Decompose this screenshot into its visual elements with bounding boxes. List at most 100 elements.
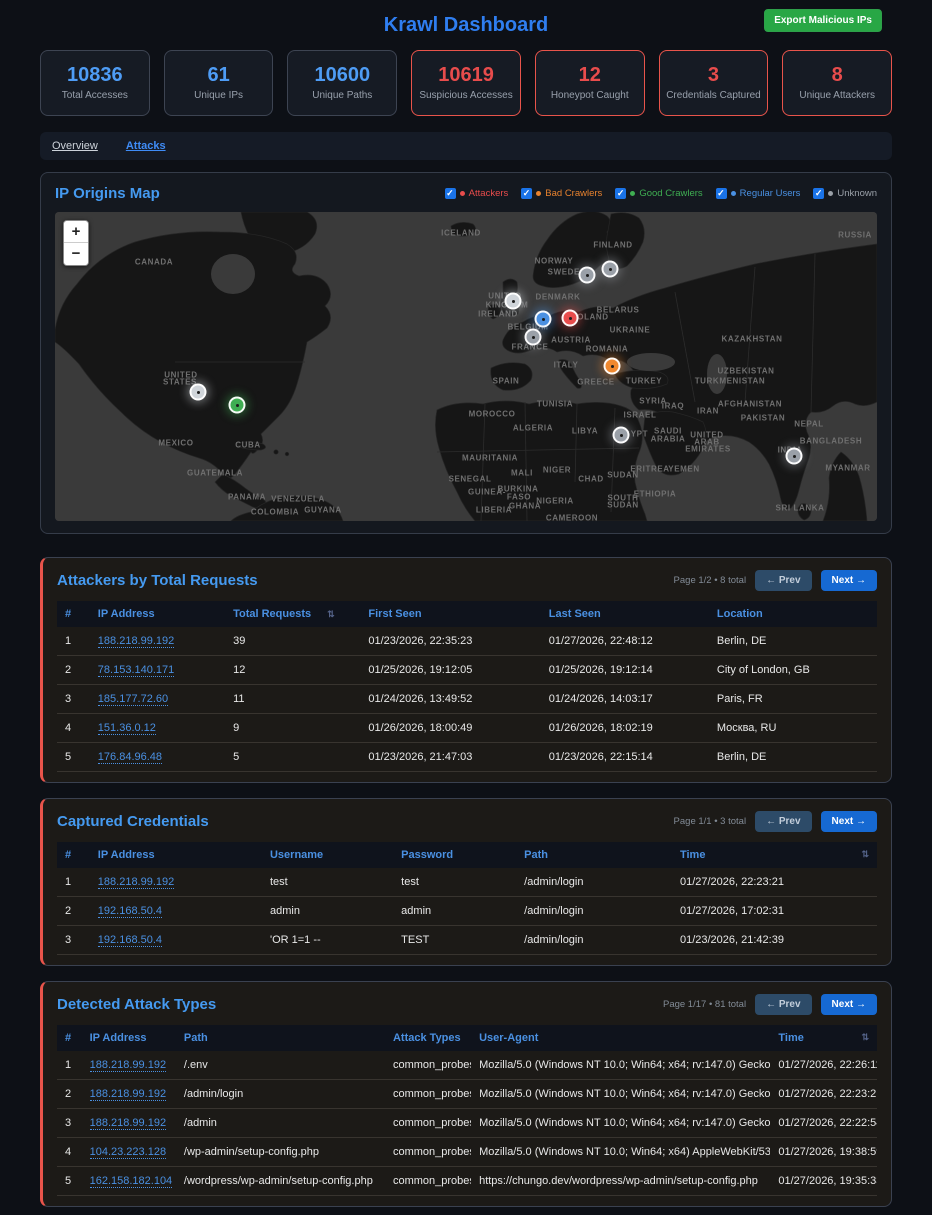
- table-cell-ip-address: 104.23.223.128: [82, 1138, 176, 1167]
- ip-address-link[interactable]: 188.218.99.192: [90, 1088, 166, 1101]
- legend-item-attackers[interactable]: Attackers: [445, 188, 509, 199]
- table-cell-ip-address: 188.218.99.192: [90, 868, 262, 897]
- zoom-out-button[interactable]: −: [64, 243, 88, 265]
- table-row: 1188.218.99.192testtest/admin/login01/27…: [57, 868, 877, 897]
- table-cell-last-seen: 01/26/2026, 18:02:19: [541, 714, 709, 743]
- legend-dot-icon: [828, 191, 833, 196]
- map-marker-unknown[interactable]: [786, 448, 803, 465]
- legend-item-good-crawlers[interactable]: Good Crawlers: [615, 188, 702, 199]
- table-cell-total-requests: 39: [225, 627, 360, 656]
- ip-address-link[interactable]: 185.177.72.60: [98, 693, 168, 706]
- ip-address-link[interactable]: 188.218.99.192: [90, 1117, 166, 1130]
- ip-address-link[interactable]: 104.23.223.128: [90, 1146, 166, 1159]
- legend-checkbox-icon[interactable]: [716, 188, 727, 199]
- ip-address-link[interactable]: 188.218.99.192: [90, 1059, 166, 1072]
- table-cell-ip-address: 176.84.96.48: [90, 743, 225, 772]
- column-header-time[interactable]: ⇅Time: [672, 842, 877, 868]
- map-marker-unknown[interactable]: [602, 261, 619, 278]
- map-marker-attacker[interactable]: [562, 310, 579, 327]
- table-header-row: #IP AddressPathAttack TypesUser-Agent⇅Ti…: [57, 1025, 877, 1051]
- tab-overview[interactable]: Overview: [52, 140, 98, 152]
- table-cell-location: Москва, RU: [709, 714, 877, 743]
- table-cell-ip-address: 188.218.99.192: [82, 1051, 176, 1080]
- ip-address-link[interactable]: 78.153.140.171: [98, 664, 174, 677]
- column-header-time[interactable]: ⇅Time: [770, 1025, 877, 1051]
- column-header-num[interactable]: #: [57, 1025, 82, 1051]
- table-cell-path: /admin/login: [516, 868, 672, 897]
- map-marker-bad-crawler[interactable]: [604, 358, 621, 375]
- column-header-user-agent[interactable]: User-Agent: [471, 1025, 770, 1051]
- legend-checkbox-icon[interactable]: [445, 188, 456, 199]
- panel-header: Attackers by Total Requests Page 1/2 • 8…: [57, 570, 877, 591]
- column-header-total-requests[interactable]: Total Requests⇅: [225, 601, 360, 627]
- zoom-in-button[interactable]: +: [64, 221, 88, 243]
- ip-address-link[interactable]: 188.218.99.192: [98, 635, 174, 648]
- panel-captured-credentials: Captured Credentials Page 1/1 • 3 total …: [40, 798, 892, 966]
- column-header-ip-address[interactable]: IP Address: [90, 842, 262, 868]
- prev-page-button[interactable]: ← Prev: [755, 570, 811, 591]
- table-cell-path: /admin/login: [516, 926, 672, 955]
- panel-title: Detected Attack Types: [57, 996, 216, 1013]
- map-marker-good-crawler[interactable]: [229, 397, 246, 414]
- column-header-path[interactable]: Path: [176, 1025, 385, 1051]
- stat-label: Unique Attackers: [799, 90, 875, 101]
- table-cell-ip-address: 151.36.0.12: [90, 714, 225, 743]
- map-marker-unknown[interactable]: [579, 267, 596, 284]
- prev-page-button[interactable]: ← Prev: [755, 994, 811, 1015]
- world-map[interactable]: CANADAICELANDRUSSIANORWAYFINLANDSWEDENDE…: [55, 212, 877, 521]
- table-cell-total-requests: 11: [225, 685, 360, 714]
- table-cell-username: admin: [262, 897, 393, 926]
- ip-address-link[interactable]: 188.218.99.192: [98, 876, 174, 889]
- map-marker-unknown[interactable]: [190, 384, 207, 401]
- next-page-button[interactable]: Next →: [821, 994, 877, 1015]
- ip-address-link[interactable]: 192.168.50.4: [98, 905, 162, 918]
- sort-icon[interactable]: ⇅: [861, 1032, 869, 1043]
- column-header-first-seen[interactable]: First Seen: [360, 601, 540, 627]
- ip-address-link[interactable]: 192.168.50.4: [98, 934, 162, 947]
- ip-address-link[interactable]: 151.36.0.12: [98, 722, 156, 735]
- sort-icon[interactable]: ⇅: [327, 609, 335, 619]
- map-zoom-control: + −: [63, 220, 89, 266]
- column-header-num[interactable]: #: [57, 601, 90, 627]
- legend-item-bad-crawlers[interactable]: Bad Crawlers: [521, 188, 602, 199]
- legend-checkbox-icon[interactable]: [521, 188, 532, 199]
- stat-value: 10836: [67, 65, 123, 85]
- legend-checkbox-icon[interactable]: [813, 188, 824, 199]
- next-page-button[interactable]: Next →: [821, 811, 877, 832]
- krawl-dashboard-page: Krawl Dashboard Export Malicious IPs 108…: [0, 0, 932, 1207]
- column-header-num[interactable]: #: [57, 842, 90, 868]
- pagination: Page 1/1 • 3 total ← Prev Next →: [674, 811, 877, 832]
- stat-card-honeypot-caught: 12 Honeypot Caught: [535, 50, 645, 116]
- column-header-attack-types[interactable]: Attack Types: [385, 1025, 471, 1051]
- table-cell-num: 2: [57, 1080, 82, 1109]
- column-header-last-seen[interactable]: Last Seen: [541, 601, 709, 627]
- sort-icon[interactable]: ⇅: [861, 849, 869, 860]
- table-cell-time: 01/27/2026, 22:26:11: [770, 1051, 877, 1080]
- column-header-ip-address[interactable]: IP Address: [90, 601, 225, 627]
- stat-card-unique-paths: 10600 Unique Paths: [287, 50, 397, 116]
- table-cell-username: 'OR 1=1 --: [262, 926, 393, 955]
- map-marker-unknown[interactable]: [505, 293, 522, 310]
- legend-item-unknown[interactable]: Unknown: [813, 188, 877, 199]
- column-header-password[interactable]: Password: [393, 842, 516, 868]
- map-marker-unknown[interactable]: [613, 427, 630, 444]
- export-malicious-ips-button[interactable]: Export Malicious IPs: [764, 9, 882, 32]
- map-marker-unknown[interactable]: [525, 329, 542, 346]
- table-row: 4104.23.223.128/wp-admin/setup-config.ph…: [57, 1138, 877, 1167]
- prev-page-button[interactable]: ← Prev: [755, 811, 811, 832]
- column-header-path[interactable]: Path: [516, 842, 672, 868]
- tab-attacks[interactable]: Attacks: [126, 140, 166, 152]
- ip-address-link[interactable]: 162.158.182.104: [90, 1175, 173, 1188]
- map-marker-regular-user[interactable]: [535, 311, 552, 328]
- column-header-location[interactable]: Location: [709, 601, 877, 627]
- column-header-ip-address[interactable]: IP Address: [82, 1025, 176, 1051]
- legend-checkbox-icon[interactable]: [615, 188, 626, 199]
- ip-address-link[interactable]: 176.84.96.48: [98, 751, 162, 764]
- next-page-button[interactable]: Next →: [821, 570, 877, 591]
- tables-section: Attackers by Total Requests Page 1/2 • 8…: [40, 557, 892, 1207]
- table-row: 1188.218.99.1923901/23/2026, 22:35:2301/…: [57, 627, 877, 656]
- table-row: 2192.168.50.4adminadmin/admin/login01/27…: [57, 897, 877, 926]
- column-header-username[interactable]: Username: [262, 842, 393, 868]
- page-info: Page 1/1 • 3 total: [674, 816, 747, 827]
- legend-item-regular-users[interactable]: Regular Users: [716, 188, 801, 199]
